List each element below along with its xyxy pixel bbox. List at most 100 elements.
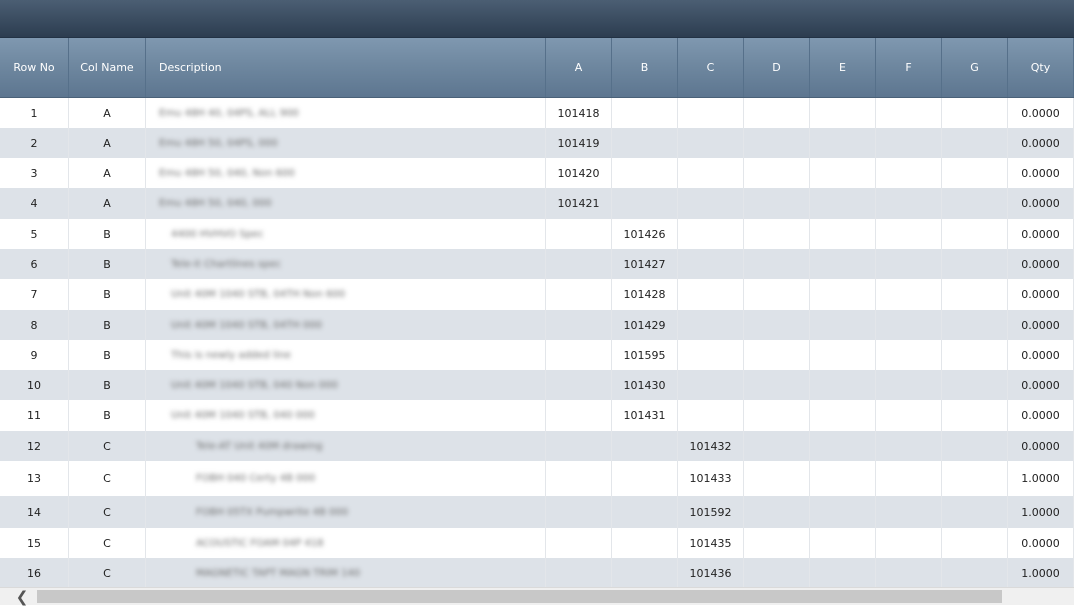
cell-description[interactable]: Unit 40M 1040 STB, 04TH 000 (146, 310, 546, 340)
cell-e[interactable] (810, 528, 876, 558)
cell-c[interactable]: 101592 (678, 496, 744, 528)
cell-e[interactable] (810, 558, 876, 589)
table-row[interactable]: 11 B Unit 40M 1040 STB, 040 000 101431 0.000… (0, 400, 1074, 431)
cell-a[interactable] (546, 461, 612, 496)
column-header-qty[interactable]: Qty (1008, 38, 1074, 97)
cell-description[interactable]: Unit 40M 1040 STB, 04TH Non 600 (146, 279, 546, 310)
cell-qty[interactable]: 0.0000 (1008, 249, 1074, 279)
cell-b[interactable]: 101428 (612, 279, 678, 310)
cell-col-name[interactable]: B (69, 370, 146, 400)
cell-b[interactable]: 101427 (612, 249, 678, 279)
column-header-f[interactable]: F (876, 38, 942, 97)
cell-row-no[interactable]: 9 (0, 340, 69, 370)
cell-row-no[interactable]: 3 (0, 158, 69, 188)
cell-a[interactable] (546, 310, 612, 340)
cell-e[interactable] (810, 370, 876, 400)
cell-a[interactable] (546, 279, 612, 310)
cell-qty[interactable]: 0.0000 (1008, 400, 1074, 431)
cell-row-no[interactable]: 7 (0, 279, 69, 310)
cell-b[interactable] (612, 461, 678, 496)
cell-e[interactable] (810, 128, 876, 158)
cell-f[interactable] (876, 279, 942, 310)
cell-description[interactable]: Unit 40M 1040 STB, 040 Non 000 (146, 370, 546, 400)
cell-f[interactable] (876, 188, 942, 219)
cell-a[interactable] (546, 431, 612, 461)
cell-g[interactable] (942, 340, 1008, 370)
cell-a[interactable] (546, 558, 612, 589)
cell-col-name[interactable]: C (69, 461, 146, 496)
cell-col-name[interactable]: C (69, 496, 146, 528)
cell-c[interactable] (678, 370, 744, 400)
cell-col-name[interactable]: A (69, 188, 146, 219)
cell-b[interactable]: 101595 (612, 340, 678, 370)
scroll-thumb[interactable] (37, 590, 1002, 603)
cell-a[interactable]: 101420 (546, 158, 612, 188)
table-row[interactable]: 7 B Unit 40M 1040 STB, 04TH Non 600 101428 0… (0, 279, 1074, 310)
cell-f[interactable] (876, 340, 942, 370)
cell-description[interactable]: Emu 48H 50, 040, Non 600 (146, 158, 546, 188)
cell-description[interactable]: Tele-it Chartlines spec (146, 249, 546, 279)
table-row[interactable]: 1 A Emu 48H 40, 04PS, ALL 900 101418 0.0000 (0, 98, 1074, 128)
column-header-d[interactable]: D (744, 38, 810, 97)
cell-b[interactable]: 101426 (612, 219, 678, 249)
cell-d[interactable] (744, 340, 810, 370)
cell-d[interactable] (744, 249, 810, 279)
cell-e[interactable] (810, 98, 876, 128)
cell-col-name[interactable]: B (69, 400, 146, 431)
table-row[interactable]: 2 A Emu 48H 50, 04PS, 000 101419 0.0000 (0, 128, 1074, 158)
cell-a[interactable] (546, 370, 612, 400)
cell-qty[interactable]: 1.0000 (1008, 461, 1074, 496)
cell-g[interactable] (942, 558, 1008, 589)
cell-row-no[interactable]: 14 (0, 496, 69, 528)
cell-c[interactable] (678, 400, 744, 431)
cell-c[interactable]: 101432 (678, 431, 744, 461)
scroll-left-arrow-icon[interactable]: ❮ (12, 589, 32, 605)
cell-row-no[interactable]: 16 (0, 558, 69, 589)
cell-e[interactable] (810, 461, 876, 496)
cell-qty[interactable]: 1.0000 (1008, 558, 1074, 589)
cell-qty[interactable]: 0.0000 (1008, 158, 1074, 188)
cell-d[interactable] (744, 496, 810, 528)
cell-description[interactable]: Emu 48H 50, 04PS, 000 (146, 128, 546, 158)
cell-b[interactable] (612, 158, 678, 188)
cell-e[interactable] (810, 496, 876, 528)
cell-b[interactable] (612, 528, 678, 558)
table-row[interactable]: 8 B Unit 40M 1040 STB, 04TH 000 101429 0.000… (0, 310, 1074, 340)
cell-g[interactable] (942, 279, 1008, 310)
cell-d[interactable] (744, 98, 810, 128)
cell-g[interactable] (942, 249, 1008, 279)
column-header-description[interactable]: Description (146, 38, 546, 97)
cell-row-no[interactable]: 13 (0, 461, 69, 496)
cell-qty[interactable]: 0.0000 (1008, 340, 1074, 370)
cell-a[interactable]: 101421 (546, 188, 612, 219)
column-header-c[interactable]: C (678, 38, 744, 97)
cell-col-name[interactable]: A (69, 98, 146, 128)
cell-d[interactable] (744, 128, 810, 158)
cell-qty[interactable]: 0.0000 (1008, 528, 1074, 558)
cell-f[interactable] (876, 249, 942, 279)
cell-d[interactable] (744, 310, 810, 340)
cell-description[interactable]: Emu 48H 50, 040, 000 (146, 188, 546, 219)
cell-row-no[interactable]: 1 (0, 98, 69, 128)
cell-d[interactable] (744, 528, 810, 558)
cell-description[interactable]: Tele-AT Unit 40M drawing (146, 431, 546, 461)
cell-e[interactable] (810, 219, 876, 249)
cell-d[interactable] (744, 461, 810, 496)
cell-col-name[interactable]: B (69, 310, 146, 340)
cell-f[interactable] (876, 219, 942, 249)
cell-qty[interactable]: 0.0000 (1008, 219, 1074, 249)
cell-col-name[interactable]: A (69, 128, 146, 158)
cell-qty[interactable]: 0.0000 (1008, 128, 1074, 158)
cell-row-no[interactable]: 15 (0, 528, 69, 558)
cell-description[interactable]: This is newly added line (146, 340, 546, 370)
cell-a[interactable] (546, 528, 612, 558)
table-row[interactable]: 10 B Unit 40M 1040 STB, 040 Non 000 101430 0… (0, 370, 1074, 400)
cell-d[interactable] (744, 400, 810, 431)
cell-e[interactable] (810, 279, 876, 310)
cell-row-no[interactable]: 12 (0, 431, 69, 461)
table-row[interactable]: 5 B 4400 HVHVO Spec 101426 0.0000 (0, 219, 1074, 249)
cell-c[interactable] (678, 188, 744, 219)
column-header-g[interactable]: G (942, 38, 1008, 97)
cell-c[interactable] (678, 128, 744, 158)
cell-g[interactable] (942, 400, 1008, 431)
